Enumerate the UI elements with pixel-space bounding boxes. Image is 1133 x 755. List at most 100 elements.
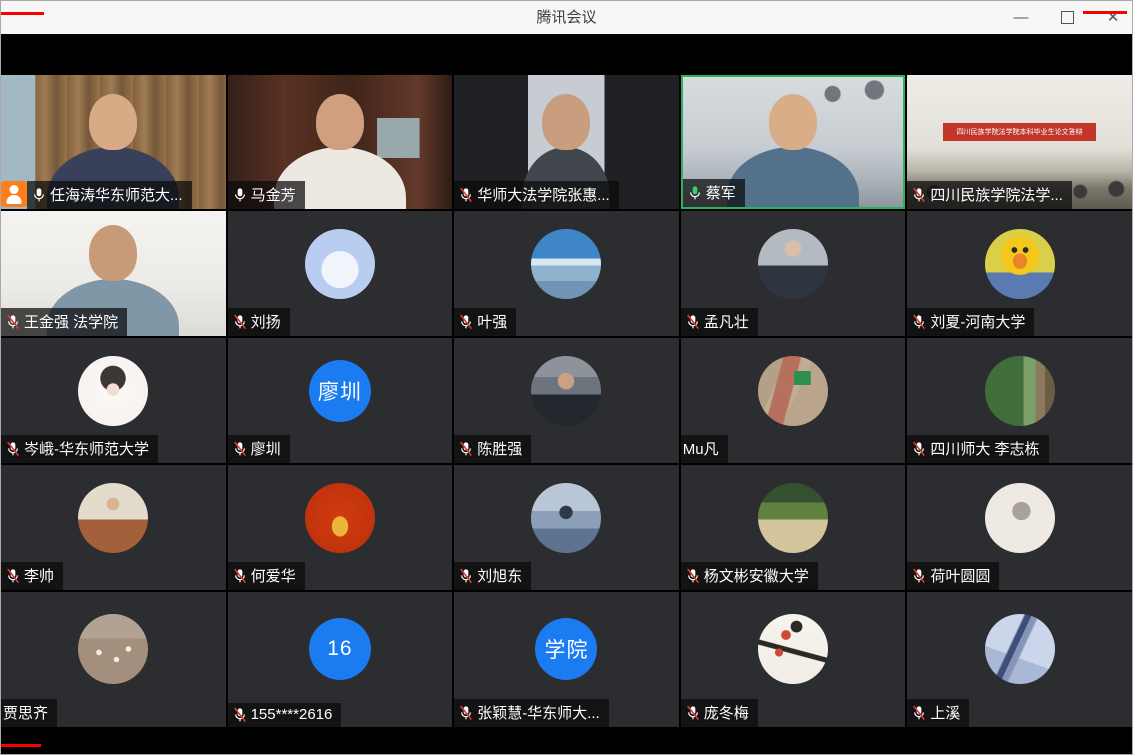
participant-tile[interactable]: 16 155****2616 [228,592,453,727]
participant-label: 廖圳 [228,435,290,463]
participant-name: 贾思齐 [3,702,48,723]
avatar [985,356,1055,426]
avatar [985,229,1055,299]
participant-label: 155****2616 [228,703,342,727]
avatar [531,483,601,553]
maximize-button[interactable] [1058,9,1076,27]
participant-name: 岑峨-华东师范大学 [24,438,149,459]
avatar [531,229,601,299]
mic-muted-icon [911,568,927,584]
participant-tile[interactable]: 四川师大 李志栋 [907,338,1132,463]
participant-name: 刘扬 [251,311,281,332]
participant-name: 华师大法学院张惠... [477,184,610,205]
participant-tile[interactable]: Mu凡 [681,338,906,463]
participant-label: 蔡军 [683,179,745,207]
text-avatar: 16 [309,618,371,680]
participant-label: 李帅 [1,562,63,590]
mic-speaking-icon [687,185,703,201]
mic-muted-icon [5,441,21,457]
participant-label: 何爱华 [228,562,305,590]
participant-grid: 任海涛华东师范大...马金芳 华师大法学院张惠... 蔡军 四川民族学院法学院本科毕业… [1,75,1132,727]
participant-tile[interactable]: 庞冬梅 [681,592,906,727]
text-avatar: 学院 [535,618,597,680]
participant-tile[interactable]: 马金芳 [228,75,453,209]
participant-label: 陈胜强 [454,435,531,463]
participant-tile[interactable]: 荷叶圆圆 [907,465,1132,590]
participant-label: 马金芳 [228,181,305,209]
participant-label-row: 庞冬梅 [681,699,758,727]
participant-label-row: 李帅 [1,562,63,590]
participant-tile[interactable]: 任海涛华东师范大... [1,75,226,209]
participant-tile[interactable]: 贾思齐 [1,592,226,727]
participant-name: 陈胜强 [477,438,522,459]
avatar [758,483,828,553]
participant-tile[interactable]: 杨文彬安徽大学 [681,465,906,590]
participant-tile[interactable]: 李帅 [1,465,226,590]
mic-muted-icon [5,568,21,584]
window-title: 腾讯会议 [1,1,1132,34]
mic-muted-icon [685,314,701,330]
participant-tile[interactable]: 刘夏-河南大学 [907,211,1132,336]
participant-tile[interactable]: 何爱华 [228,465,453,590]
participant-label-row: 杨文彬安徽大学 [681,562,818,590]
participant-name: 刘夏-河南大学 [930,311,1025,332]
participant-tile[interactable]: 四川民族学院法学院本科毕业生论文答辩四川民族学院法学... [907,75,1132,209]
participant-tile[interactable]: 陈胜强 [454,338,679,463]
avatar [78,483,148,553]
participant-name: 何爱华 [251,565,296,586]
participant-tile[interactable]: 岑峨-华东师范大学 [1,338,226,463]
participant-label: 四川师大 李志栋 [907,435,1048,463]
participant-name: 刘旭东 [477,565,522,586]
avatar [305,229,375,299]
participant-label-row: 廖圳 [228,435,290,463]
participant-label-row: 上溪 [907,699,969,727]
mic-muted-icon [458,568,474,584]
avatar [531,356,601,426]
participant-label-row: 蔡军 [683,179,745,207]
participant-label-row: 王金强 法学院 [1,308,127,336]
participant-label: 杨文彬安徽大学 [681,562,818,590]
avatar [78,614,148,684]
participant-label-row: 岑峨-华东师范大学 [1,435,158,463]
avatar [985,614,1055,684]
participant-name: Mu凡 [683,438,719,459]
participant-name: 王金强 法学院 [24,311,118,332]
participant-label: 张颖慧-华东师大... [454,699,609,727]
participant-tile[interactable]: 上溪 [907,592,1132,727]
participant-tile[interactable]: 王金强 法学院 [1,211,226,336]
participant-label-row: 何爱华 [228,562,305,590]
mic-muted-icon [232,314,248,330]
minimize-button[interactable]: — [1012,9,1030,27]
participant-name: 廖圳 [251,438,281,459]
participant-tile[interactable]: 刘旭东 [454,465,679,590]
mic-muted-icon [232,441,248,457]
participant-label: 上溪 [907,699,969,727]
avatar [758,229,828,299]
mic-muted-icon [232,707,248,723]
participant-tile[interactable]: 孟凡壮 [681,211,906,336]
avatar [985,483,1055,553]
participant-label: 叶强 [454,308,516,336]
titlebar: 腾讯会议 — ✕ [1,1,1132,35]
participant-name: 庞冬梅 [704,702,749,723]
participant-tile[interactable]: 蔡军 [681,75,906,209]
mic-icon [31,187,47,203]
maximize-icon [1061,11,1074,24]
participant-name: 上溪 [930,702,960,723]
mic-muted-icon [458,705,474,721]
participant-label-row: 叶强 [454,308,516,336]
red-annotation-line [1,12,44,15]
meeting-content: 任海涛华东师范大...马金芳 华师大法学院张惠... 蔡军 四川民族学院法学院本科毕业… [1,34,1132,754]
participant-label: 荷叶圆圆 [907,562,999,590]
participant-tile[interactable]: 刘扬 [228,211,453,336]
participant-label: 四川民族学院法学... [907,181,1072,209]
participant-label-row: 155****2616 [228,703,342,727]
participant-tile[interactable]: 华师大法学院张惠... [454,75,679,209]
participant-label: 刘扬 [228,308,290,336]
participant-tile[interactable]: 学院张颖慧-华东师大... [454,592,679,727]
participant-tile[interactable]: 廖圳廖圳 [228,338,453,463]
mic-muted-icon [458,314,474,330]
participant-label-row: 刘夏-河南大学 [907,308,1034,336]
participant-tile[interactable]: 叶强 [454,211,679,336]
participant-label-row: 荷叶圆圆 [907,562,999,590]
